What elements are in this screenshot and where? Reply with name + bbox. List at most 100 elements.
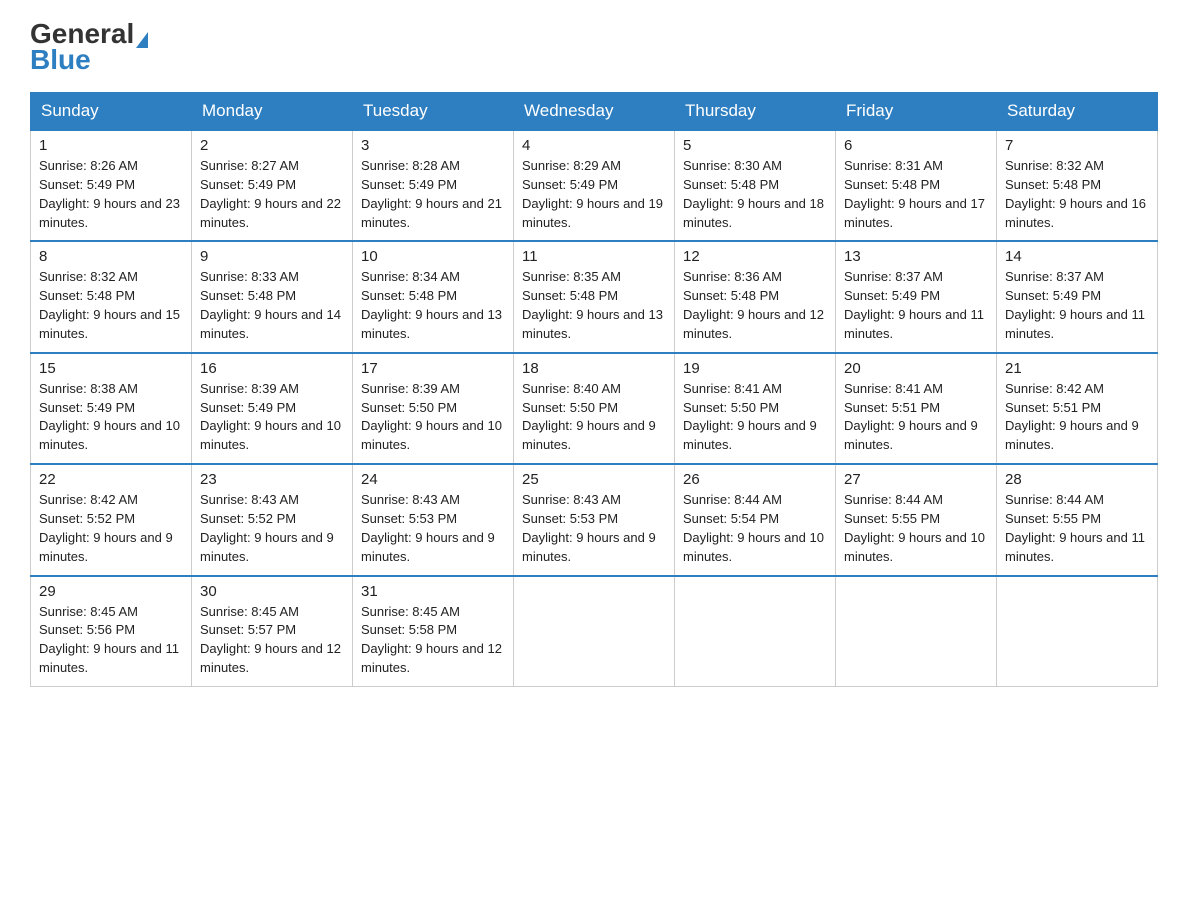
day-number: 11	[522, 248, 666, 265]
day-info: Sunrise: 8:44 AM Sunset: 5:55 PM Dayligh…	[1005, 491, 1149, 566]
day-info: Sunrise: 8:33 AM Sunset: 5:48 PM Dayligh…	[200, 268, 344, 343]
day-info: Sunrise: 8:41 AM Sunset: 5:50 PM Dayligh…	[683, 380, 827, 455]
week-row-2: 8 Sunrise: 8:32 AM Sunset: 5:48 PM Dayli…	[31, 241, 1158, 352]
calendar-cell: 1 Sunrise: 8:26 AM Sunset: 5:49 PM Dayli…	[31, 130, 192, 241]
calendar-cell: 13 Sunrise: 8:37 AM Sunset: 5:49 PM Dayl…	[836, 241, 997, 352]
calendar-cell: 8 Sunrise: 8:32 AM Sunset: 5:48 PM Dayli…	[31, 241, 192, 352]
day-info: Sunrise: 8:42 AM Sunset: 5:51 PM Dayligh…	[1005, 380, 1149, 455]
day-number: 3	[361, 137, 505, 154]
calendar-cell: 5 Sunrise: 8:30 AM Sunset: 5:48 PM Dayli…	[675, 130, 836, 241]
calendar-cell: 25 Sunrise: 8:43 AM Sunset: 5:53 PM Dayl…	[514, 464, 675, 575]
calendar-cell: 27 Sunrise: 8:44 AM Sunset: 5:55 PM Dayl…	[836, 464, 997, 575]
header-tuesday: Tuesday	[353, 93, 514, 131]
header-wednesday: Wednesday	[514, 93, 675, 131]
calendar-cell: 11 Sunrise: 8:35 AM Sunset: 5:48 PM Dayl…	[514, 241, 675, 352]
day-info: Sunrise: 8:37 AM Sunset: 5:49 PM Dayligh…	[1005, 268, 1149, 343]
day-info: Sunrise: 8:34 AM Sunset: 5:48 PM Dayligh…	[361, 268, 505, 343]
day-number: 2	[200, 137, 344, 154]
header-friday: Friday	[836, 93, 997, 131]
calendar-cell: 30 Sunrise: 8:45 AM Sunset: 5:57 PM Dayl…	[192, 576, 353, 687]
day-info: Sunrise: 8:39 AM Sunset: 5:49 PM Dayligh…	[200, 380, 344, 455]
calendar-cell: 14 Sunrise: 8:37 AM Sunset: 5:49 PM Dayl…	[997, 241, 1158, 352]
day-info: Sunrise: 8:44 AM Sunset: 5:54 PM Dayligh…	[683, 491, 827, 566]
day-number: 6	[844, 137, 988, 154]
day-number: 16	[200, 360, 344, 377]
day-number: 20	[844, 360, 988, 377]
day-number: 28	[1005, 471, 1149, 488]
day-number: 8	[39, 248, 183, 265]
day-info: Sunrise: 8:45 AM Sunset: 5:58 PM Dayligh…	[361, 603, 505, 678]
day-number: 22	[39, 471, 183, 488]
day-info: Sunrise: 8:41 AM Sunset: 5:51 PM Dayligh…	[844, 380, 988, 455]
calendar-cell: 4 Sunrise: 8:29 AM Sunset: 5:49 PM Dayli…	[514, 130, 675, 241]
day-number: 9	[200, 248, 344, 265]
header-saturday: Saturday	[997, 93, 1158, 131]
calendar-cell: 24 Sunrise: 8:43 AM Sunset: 5:53 PM Dayl…	[353, 464, 514, 575]
calendar-header-row: SundayMondayTuesdayWednesdayThursdayFrid…	[31, 93, 1158, 131]
calendar-cell: 16 Sunrise: 8:39 AM Sunset: 5:49 PM Dayl…	[192, 353, 353, 464]
day-info: Sunrise: 8:29 AM Sunset: 5:49 PM Dayligh…	[522, 157, 666, 232]
day-info: Sunrise: 8:35 AM Sunset: 5:48 PM Dayligh…	[522, 268, 666, 343]
calendar-cell	[514, 576, 675, 687]
page-header: General Blue	[30, 20, 1158, 74]
calendar-cell: 23 Sunrise: 8:43 AM Sunset: 5:52 PM Dayl…	[192, 464, 353, 575]
calendar-cell: 20 Sunrise: 8:41 AM Sunset: 5:51 PM Dayl…	[836, 353, 997, 464]
calendar-cell: 26 Sunrise: 8:44 AM Sunset: 5:54 PM Dayl…	[675, 464, 836, 575]
day-number: 17	[361, 360, 505, 377]
day-number: 15	[39, 360, 183, 377]
day-number: 13	[844, 248, 988, 265]
calendar-table: SundayMondayTuesdayWednesdayThursdayFrid…	[30, 92, 1158, 687]
day-info: Sunrise: 8:44 AM Sunset: 5:55 PM Dayligh…	[844, 491, 988, 566]
day-info: Sunrise: 8:45 AM Sunset: 5:57 PM Dayligh…	[200, 603, 344, 678]
calendar-cell: 10 Sunrise: 8:34 AM Sunset: 5:48 PM Dayl…	[353, 241, 514, 352]
day-number: 31	[361, 583, 505, 600]
day-info: Sunrise: 8:43 AM Sunset: 5:53 PM Dayligh…	[522, 491, 666, 566]
calendar-cell: 28 Sunrise: 8:44 AM Sunset: 5:55 PM Dayl…	[997, 464, 1158, 575]
calendar-cell: 9 Sunrise: 8:33 AM Sunset: 5:48 PM Dayli…	[192, 241, 353, 352]
week-row-1: 1 Sunrise: 8:26 AM Sunset: 5:49 PM Dayli…	[31, 130, 1158, 241]
day-info: Sunrise: 8:43 AM Sunset: 5:53 PM Dayligh…	[361, 491, 505, 566]
day-number: 24	[361, 471, 505, 488]
day-info: Sunrise: 8:42 AM Sunset: 5:52 PM Dayligh…	[39, 491, 183, 566]
calendar-cell	[997, 576, 1158, 687]
day-info: Sunrise: 8:45 AM Sunset: 5:56 PM Dayligh…	[39, 603, 183, 678]
calendar-cell	[836, 576, 997, 687]
calendar-cell: 19 Sunrise: 8:41 AM Sunset: 5:50 PM Dayl…	[675, 353, 836, 464]
day-info: Sunrise: 8:31 AM Sunset: 5:48 PM Dayligh…	[844, 157, 988, 232]
week-row-5: 29 Sunrise: 8:45 AM Sunset: 5:56 PM Dayl…	[31, 576, 1158, 687]
day-info: Sunrise: 8:27 AM Sunset: 5:49 PM Dayligh…	[200, 157, 344, 232]
day-number: 5	[683, 137, 827, 154]
day-info: Sunrise: 8:39 AM Sunset: 5:50 PM Dayligh…	[361, 380, 505, 455]
calendar-cell: 6 Sunrise: 8:31 AM Sunset: 5:48 PM Dayli…	[836, 130, 997, 241]
header-thursday: Thursday	[675, 93, 836, 131]
day-number: 7	[1005, 137, 1149, 154]
day-number: 23	[200, 471, 344, 488]
calendar-cell: 15 Sunrise: 8:38 AM Sunset: 5:49 PM Dayl…	[31, 353, 192, 464]
calendar-cell: 12 Sunrise: 8:36 AM Sunset: 5:48 PM Dayl…	[675, 241, 836, 352]
day-number: 29	[39, 583, 183, 600]
day-info: Sunrise: 8:43 AM Sunset: 5:52 PM Dayligh…	[200, 491, 344, 566]
week-row-3: 15 Sunrise: 8:38 AM Sunset: 5:49 PM Dayl…	[31, 353, 1158, 464]
calendar-cell: 22 Sunrise: 8:42 AM Sunset: 5:52 PM Dayl…	[31, 464, 192, 575]
day-number: 18	[522, 360, 666, 377]
day-number: 26	[683, 471, 827, 488]
day-number: 12	[683, 248, 827, 265]
day-info: Sunrise: 8:28 AM Sunset: 5:49 PM Dayligh…	[361, 157, 505, 232]
day-info: Sunrise: 8:37 AM Sunset: 5:49 PM Dayligh…	[844, 268, 988, 343]
day-number: 25	[522, 471, 666, 488]
day-info: Sunrise: 8:30 AM Sunset: 5:48 PM Dayligh…	[683, 157, 827, 232]
day-number: 27	[844, 471, 988, 488]
day-number: 4	[522, 137, 666, 154]
logo-blue-text: Blue	[30, 46, 148, 74]
week-row-4: 22 Sunrise: 8:42 AM Sunset: 5:52 PM Dayl…	[31, 464, 1158, 575]
day-info: Sunrise: 8:40 AM Sunset: 5:50 PM Dayligh…	[522, 380, 666, 455]
calendar-cell: 31 Sunrise: 8:45 AM Sunset: 5:58 PM Dayl…	[353, 576, 514, 687]
day-number: 1	[39, 137, 183, 154]
day-info: Sunrise: 8:36 AM Sunset: 5:48 PM Dayligh…	[683, 268, 827, 343]
day-info: Sunrise: 8:32 AM Sunset: 5:48 PM Dayligh…	[39, 268, 183, 343]
calendar-cell: 18 Sunrise: 8:40 AM Sunset: 5:50 PM Dayl…	[514, 353, 675, 464]
day-number: 21	[1005, 360, 1149, 377]
calendar-cell: 29 Sunrise: 8:45 AM Sunset: 5:56 PM Dayl…	[31, 576, 192, 687]
calendar-cell	[675, 576, 836, 687]
day-number: 10	[361, 248, 505, 265]
